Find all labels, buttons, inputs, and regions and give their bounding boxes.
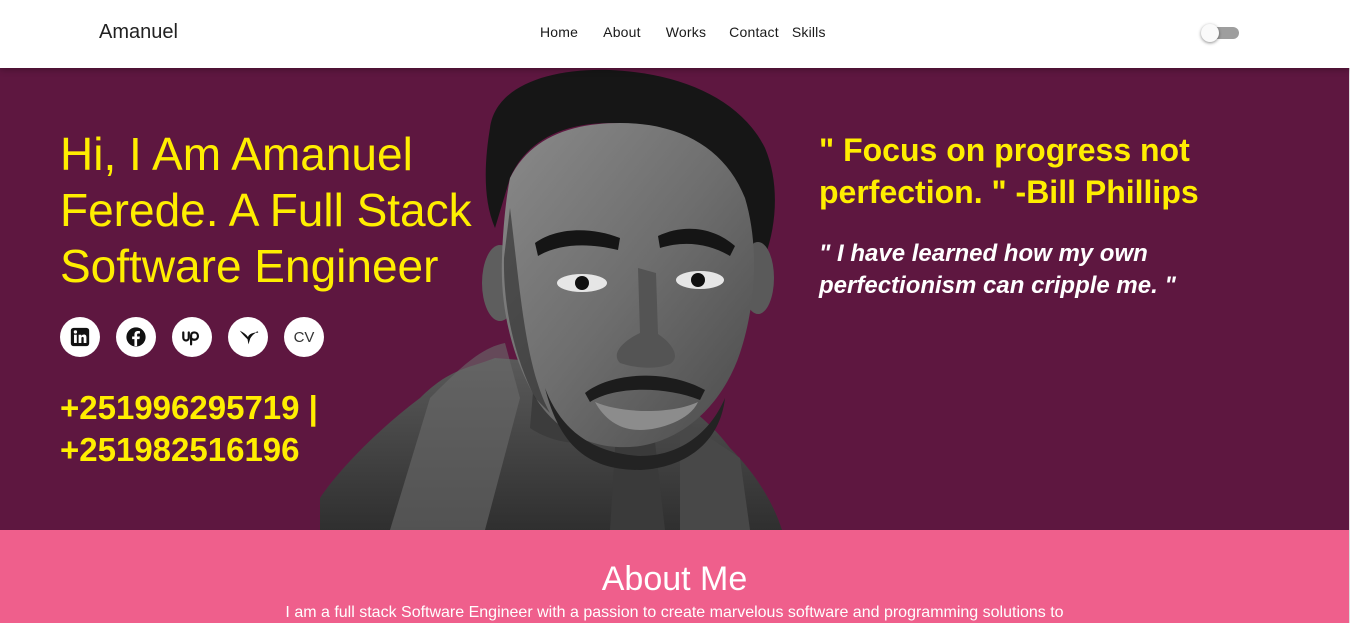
facebook-link[interactable]: [116, 317, 156, 357]
social-links: CV: [60, 317, 340, 357]
upwork-link[interactable]: [172, 317, 212, 357]
main-nav: Home About Works Contact Skills: [540, 24, 826, 40]
navbar: Amanuel Home About Works Contact Skills: [0, 0, 1350, 68]
nav-link-about[interactable]: About: [603, 24, 641, 40]
cv-link[interactable]: CV: [284, 317, 324, 357]
hero-sub-quote: " I have learned how my own perfectionis…: [819, 240, 1176, 299]
brand-logo[interactable]: Amanuel: [99, 21, 178, 44]
hummingbird-link[interactable]: [228, 317, 268, 357]
facebook-icon: [126, 327, 146, 347]
hero-section: Hi, I Am Amanuel Ferede. A Full Stack So…: [0, 68, 1349, 530]
theme-toggle-thumb: [1201, 24, 1219, 42]
linkedin-icon: [70, 327, 90, 347]
nav-link-skills[interactable]: Skills: [792, 24, 826, 40]
hero-quote: " Focus on progress not perfection. " -B…: [819, 132, 1199, 210]
about-text: I am a full stack Software Engineer with…: [285, 604, 1064, 621]
about-section: About Me I am a full stack Software Engi…: [0, 530, 1349, 623]
hero-headline: Hi, I Am Amanuel Ferede. A Full Stack So…: [60, 128, 472, 292]
nav-link-works[interactable]: Works: [666, 24, 706, 40]
about-title: About Me: [601, 560, 748, 598]
upwork-icon: [182, 331, 200, 346]
cv-label: CV: [293, 328, 315, 346]
phone-numbers: +251996295719 | +251982516196: [60, 389, 318, 468]
hummingbird-icon: [239, 330, 259, 345]
theme-toggle[interactable]: [1201, 24, 1239, 42]
nav-link-home[interactable]: Home: [540, 24, 578, 40]
nav-link-contact[interactable]: Contact: [729, 24, 779, 40]
linkedin-link[interactable]: [60, 317, 100, 357]
